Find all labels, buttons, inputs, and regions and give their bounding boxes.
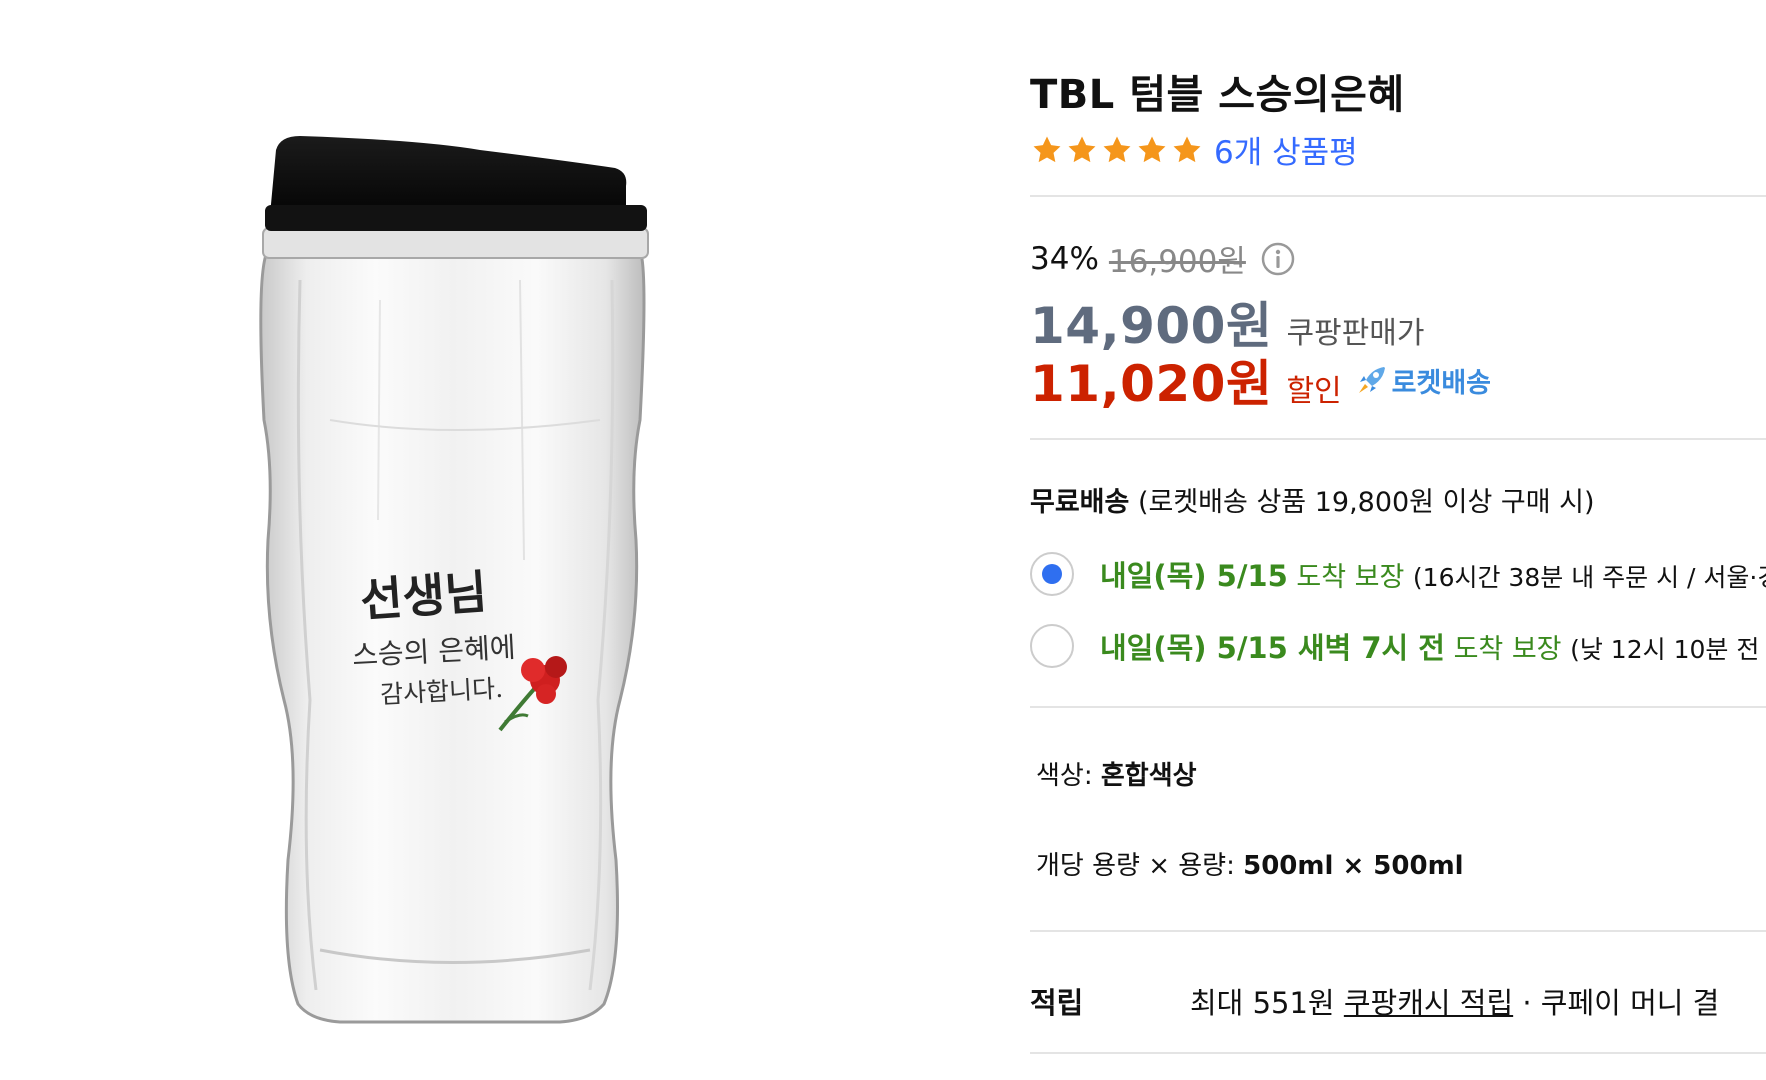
product-info-panel: TBL 텀블 스승의은혜 6개 상품평 34% 16,900원 14,900원 …: [1030, 0, 1766, 1080]
tumbler-image: [259, 136, 649, 1024]
discount-rate: 34%: [1030, 240, 1099, 277]
final-price: 11,020원: [1030, 355, 1273, 413]
reward-suffix: · 쿠페이 머니 결: [1522, 986, 1720, 1020]
delivery-option-radio-selected[interactable]: [1030, 552, 1074, 596]
product-image: 선생님 스승의 은혜에 감사합니다.: [0, 0, 1000, 1080]
star-icon: [1173, 136, 1201, 162]
divider: [1030, 438, 1766, 440]
original-price: 16,900원: [1108, 244, 1246, 280]
star-icon: [1138, 136, 1166, 162]
rating-row: 6개 상품평: [1030, 127, 1358, 172]
color-label: 색상:: [1036, 761, 1093, 791]
tumbler-print-line2: 스승의 은혜에: [351, 630, 517, 673]
product-title: TBL 텀블 스승의은혜: [1030, 72, 1405, 118]
discount-row: 34% 16,900원: [1030, 236, 1296, 281]
divider: [1030, 195, 1766, 197]
rocket-icon: [1358, 367, 1385, 393]
free-shipping-row: 무료배송 (로켓배송 상품 19,800원 이상 구매 시): [1030, 480, 1595, 519]
delivery-date: 내일(목) 5/15 새벽 7시 전: [1100, 631, 1445, 665]
capacity-spec-row: 개당 용량 × 용량: 500ml × 500ml: [1036, 845, 1464, 882]
rocket-delivery-badge: 로켓배송: [1354, 361, 1491, 400]
delivery-status: 도착 보장: [1296, 562, 1405, 593]
tumbler-print-line3: 감사합니다.: [379, 673, 504, 710]
coupang-cash-link[interactable]: 쿠팡캐시 적립: [1344, 980, 1513, 1022]
final-price-label: 할인: [1286, 374, 1342, 409]
delivery-status: 도착 보장: [1453, 634, 1562, 665]
info-circle-icon[interactable]: [1260, 241, 1296, 277]
delivery-option-2[interactable]: 내일(목) 5/15 새벽 7시 전 도착 보장 (낮 12시 10분 전 주문…: [1030, 624, 1766, 668]
review-count-link[interactable]: 6개 상품평: [1214, 127, 1358, 172]
final-price-row: 11,020원 할인 로켓배송: [1030, 344, 1491, 416]
divider: [1030, 930, 1766, 932]
capacity-label: 개당 용량 × 용량:: [1036, 851, 1235, 881]
reward-max: 최대 551원: [1190, 986, 1335, 1020]
divider: [1030, 706, 1766, 708]
divider: [1030, 1052, 1766, 1054]
free-shipping-title: 무료배송: [1030, 487, 1130, 518]
color-spec-row: 색상: 혼합색상: [1036, 755, 1197, 792]
capacity-value: 500ml × 500ml: [1243, 851, 1464, 881]
delivery-option-1[interactable]: 내일(목) 5/15 도착 보장 (16시간 38분 내 주문 시 / 서울·경…: [1030, 552, 1766, 596]
delivery-option-radio[interactable]: [1030, 624, 1074, 668]
star-icon: [1103, 136, 1131, 162]
star-icon: [1068, 136, 1096, 162]
reward-row: 적립 최대 551원 쿠팡캐시 적립 · 쿠페이 머니 결: [1030, 980, 1719, 1022]
delivery-date: 내일(목) 5/15: [1100, 559, 1288, 593]
tumbler-print-line1: 선생님: [358, 564, 489, 628]
rating-stars: [1030, 133, 1204, 167]
color-value: 혼합색상: [1100, 761, 1197, 791]
delivery-note: (16시간 38분 내 주문 시 / 서울·경기: [1412, 563, 1766, 592]
reward-label: 적립: [1030, 986, 1084, 1020]
rocket-delivery-label: 로켓배송: [1391, 367, 1492, 399]
free-shipping-condition: (로켓배송 상품 19,800원 이상 구매 시): [1137, 487, 1595, 518]
delivery-note: (낮 12시 10분 전 주문 시: [1570, 635, 1766, 664]
star-icon: [1033, 136, 1061, 162]
